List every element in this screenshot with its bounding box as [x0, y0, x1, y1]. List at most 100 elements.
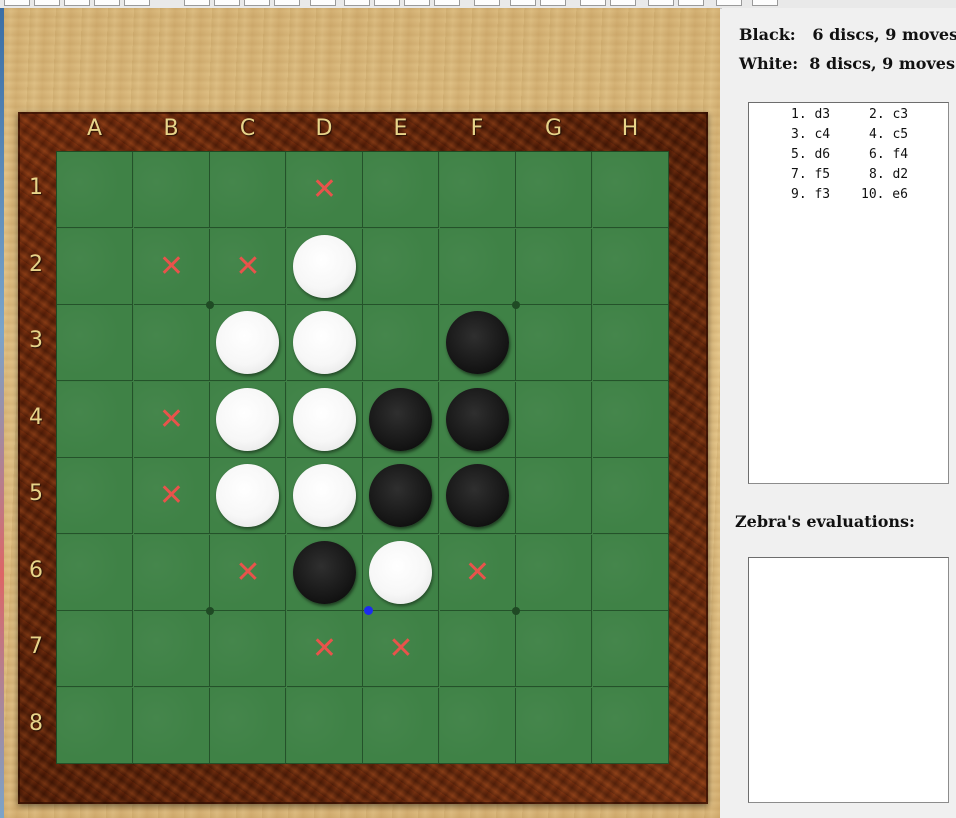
square-a3[interactable]: [57, 305, 133, 381]
move-entry: 4. c5: [869, 127, 909, 142]
square-e2[interactable]: [363, 228, 439, 305]
legal-move-marker[interactable]: ✕: [134, 229, 210, 305]
legal-move-marker[interactable]: ✕: [440, 535, 516, 611]
square-f8[interactable]: [439, 687, 516, 764]
square-h8[interactable]: [592, 687, 669, 764]
square-a7[interactable]: [57, 611, 133, 687]
square-d7[interactable]: ✕: [286, 611, 363, 687]
toolbar-button[interactable]: [752, 0, 778, 6]
square-d1[interactable]: ✕: [286, 152, 363, 228]
square-f4[interactable]: [439, 381, 516, 458]
square-b1[interactable]: [133, 152, 210, 228]
toolbar-button[interactable]: [34, 0, 60, 6]
toolbar-button[interactable]: [344, 0, 370, 6]
square-a8[interactable]: [57, 687, 133, 764]
square-f1[interactable]: [439, 152, 516, 228]
square-b7[interactable]: [133, 611, 210, 687]
othello-board[interactable]: ✕ ✕ ✕ ✕ ✕ ✕ ✕ ✕ ✕: [56, 151, 669, 764]
square-e1[interactable]: [363, 152, 439, 228]
legal-move-marker[interactable]: ✕: [287, 152, 363, 228]
toolbar-button[interactable]: [474, 0, 500, 6]
square-b5[interactable]: ✕: [133, 458, 210, 534]
square-c2[interactable]: ✕: [210, 228, 286, 305]
square-h1[interactable]: [592, 152, 669, 228]
square-c7[interactable]: [210, 611, 286, 687]
square-g3[interactable]: [516, 305, 592, 381]
toolbar-button[interactable]: [64, 0, 90, 6]
toolbar-button[interactable]: [274, 0, 300, 6]
square-b8[interactable]: [133, 687, 210, 764]
move-list[interactable]: 1. d3 2. c3 3. c4 4. c5 5. d6 6. f4 7. f5 8. d2…: [748, 102, 949, 484]
square-h4[interactable]: [592, 381, 669, 458]
square-e3[interactable]: [363, 305, 439, 381]
square-b6[interactable]: [133, 534, 210, 611]
square-f7[interactable]: [439, 611, 516, 687]
square-c5[interactable]: [210, 458, 286, 534]
square-g6[interactable]: [516, 534, 592, 611]
toolbar-button[interactable]: [510, 0, 536, 6]
square-g5[interactable]: [516, 458, 592, 534]
legal-move-marker[interactable]: ✕: [363, 611, 439, 687]
square-c1[interactable]: [210, 152, 286, 228]
square-a5[interactable]: [57, 458, 133, 534]
square-g1[interactable]: [516, 152, 592, 228]
square-g7[interactable]: [516, 611, 592, 687]
toolbar-button[interactable]: [124, 0, 150, 6]
legal-move-marker[interactable]: ✕: [134, 382, 210, 458]
square-c8[interactable]: [210, 687, 286, 764]
toolbar-button[interactable]: [716, 0, 742, 6]
legal-move-marker[interactable]: ✕: [210, 535, 286, 611]
square-g8[interactable]: [516, 687, 592, 764]
square-a4[interactable]: [57, 381, 133, 458]
toolbar-button[interactable]: [648, 0, 674, 6]
square-b3[interactable]: [133, 305, 210, 381]
square-b4[interactable]: ✕: [133, 381, 210, 458]
square-h3[interactable]: [592, 305, 669, 381]
toolbar-button[interactable]: [434, 0, 460, 6]
square-h7[interactable]: [592, 611, 669, 687]
toolbar-button[interactable]: [374, 0, 400, 6]
toolbar-button[interactable]: [184, 0, 210, 6]
evaluations-box[interactable]: [748, 557, 949, 803]
square-e4[interactable]: [363, 381, 439, 458]
square-g2[interactable]: [516, 228, 592, 305]
square-e7[interactable]: ✕: [363, 611, 439, 687]
toolbar-button[interactable]: [540, 0, 566, 6]
square-a2[interactable]: [57, 228, 133, 305]
square-h6[interactable]: [592, 534, 669, 611]
square-g4[interactable]: [516, 381, 592, 458]
square-e8[interactable]: [363, 687, 439, 764]
toolbar-button[interactable]: [214, 0, 240, 6]
square-c3[interactable]: [210, 305, 286, 381]
square-f5[interactable]: [439, 458, 516, 534]
square-h5[interactable]: [592, 458, 669, 534]
toolbar-button[interactable]: [4, 0, 30, 6]
square-d2[interactable]: [286, 228, 363, 305]
square-d8[interactable]: [286, 687, 363, 764]
square-h2[interactable]: [592, 228, 669, 305]
square-c4[interactable]: [210, 381, 286, 458]
toolbar-button[interactable]: [678, 0, 704, 6]
square-d5[interactable]: [286, 458, 363, 534]
square-e5[interactable]: [363, 458, 439, 534]
square-c6[interactable]: ✕: [210, 534, 286, 611]
toolbar-button[interactable]: [404, 0, 430, 6]
legal-move-marker[interactable]: ✕: [210, 229, 286, 305]
toolbar-button[interactable]: [244, 0, 270, 6]
toolbar-button[interactable]: [610, 0, 636, 6]
toolbar-button[interactable]: [580, 0, 606, 6]
square-b2[interactable]: ✕: [133, 228, 210, 305]
square-d4[interactable]: [286, 381, 363, 458]
square-a1[interactable]: [57, 152, 133, 228]
legal-move-marker[interactable]: ✕: [287, 611, 363, 687]
legal-move-marker[interactable]: ✕: [134, 458, 210, 534]
square-f6[interactable]: ✕: [439, 534, 516, 611]
square-f3[interactable]: [439, 305, 516, 381]
toolbar-button[interactable]: [94, 0, 120, 6]
square-a6[interactable]: [57, 534, 133, 611]
square-d3[interactable]: [286, 305, 363, 381]
toolbar-button[interactable]: [310, 0, 336, 6]
square-f2[interactable]: [439, 228, 516, 305]
square-e6[interactable]: [363, 534, 439, 611]
square-d6[interactable]: [286, 534, 363, 611]
